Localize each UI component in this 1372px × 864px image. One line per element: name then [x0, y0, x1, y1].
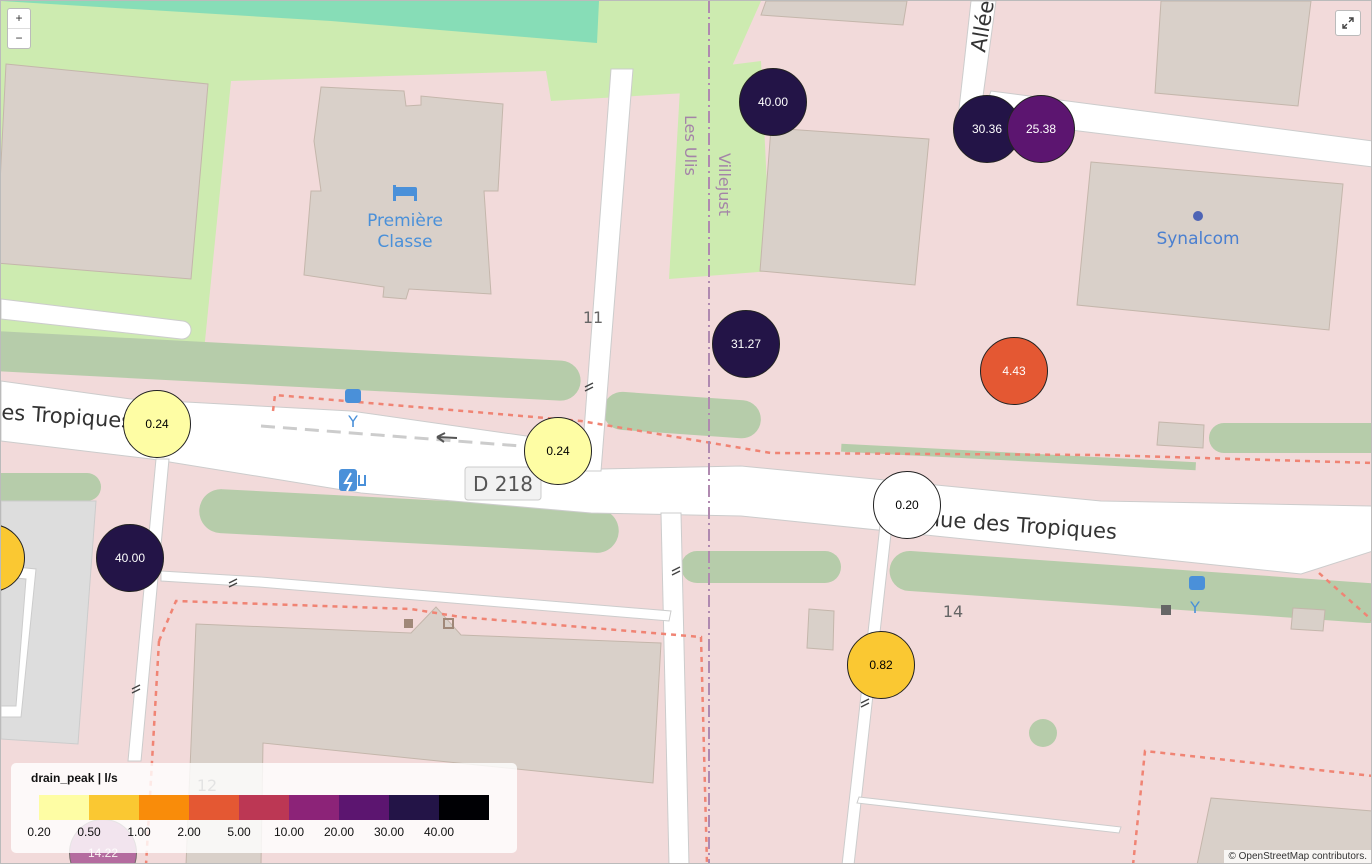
- drain-peak-marker[interactable]: 0.82: [847, 631, 915, 699]
- legend-swatch: [39, 795, 89, 820]
- legend-tick-label: 30.00: [373, 825, 405, 839]
- svg-text:Y: Y: [347, 412, 358, 431]
- house-number-11: 11: [583, 308, 603, 327]
- zoom-in-button[interactable]: +: [8, 9, 30, 28]
- legend-swatch: [239, 795, 289, 820]
- marker-value: 0.20: [895, 498, 919, 512]
- drain-peak-marker[interactable]: 25.38: [1007, 95, 1075, 163]
- drain-peak-marker[interactable]: 0.20: [873, 471, 941, 539]
- legend-tick-label: 2.00: [177, 825, 201, 839]
- legend-tick-label: 0.50: [77, 825, 101, 839]
- legend-tick-label: 1.00: [127, 825, 151, 839]
- marker-value: 40.00: [114, 551, 146, 565]
- drain-peak-marker[interactable]: 31.27: [712, 310, 780, 378]
- house-number-14: 14: [943, 602, 963, 621]
- marker-value: 40.00: [757, 95, 789, 109]
- legend-tick-label: 40.00: [423, 825, 455, 839]
- road-ref-label: D 218: [473, 472, 533, 496]
- zoom-control: + −: [7, 8, 31, 49]
- legend-tick-labels: 0.20 0.50 1.00 2.00 5.00 10.00 20.00 30.00 40.00: [11, 825, 517, 839]
- fullscreen-icon: [1342, 17, 1354, 29]
- marker-value: 4.43: [1002, 364, 1026, 378]
- drain-peak-marker[interactable]: 40.00: [96, 524, 164, 592]
- drain-peak-marker[interactable]: 4.43: [980, 337, 1048, 405]
- marker-value: 0.24: [145, 417, 169, 431]
- legend-title: drain_peak | l/s: [31, 771, 118, 785]
- legend-swatch: [339, 795, 389, 820]
- poi-label-premiere-classe-2: Classe: [377, 232, 432, 252]
- drain-peak-marker[interactable]: 0.24: [123, 390, 191, 458]
- legend-swatch: [89, 795, 139, 820]
- marker-value: 30.36: [971, 122, 1003, 136]
- marker-value: 25.38: [1025, 122, 1057, 136]
- basemap[interactable]: Y Y Première Classe Synalcom Les Ulis Vi…: [1, 1, 1372, 864]
- marker-value: 0.82: [869, 658, 893, 672]
- legend-tick-label: 5.00: [227, 825, 251, 839]
- legend-swatch: [289, 795, 339, 820]
- poi-label-premiere-classe-1: Première: [367, 211, 443, 231]
- legend-tick-label: 20.00: [323, 825, 355, 839]
- color-legend: drain_peak | l/s 0.20 0.50 1.00 2.00 5.00 10.…: [11, 763, 517, 853]
- legend-swatch: [139, 795, 189, 820]
- legend-tick-label: 0.20: [27, 825, 51, 839]
- legend-swatch: [189, 795, 239, 820]
- legend-swatch: [389, 795, 439, 820]
- marker-value: 0.24: [546, 444, 570, 458]
- legend-swatch: [439, 795, 489, 820]
- marker-value: 31.27: [730, 337, 762, 351]
- boundary-label-les-ulis: Les Ulis: [681, 115, 700, 176]
- map-container[interactable]: Y Y Première Classe Synalcom Les Ulis Vi…: [0, 0, 1372, 864]
- drain-peak-marker[interactable]: 0.24: [524, 417, 592, 485]
- svg-text:Y: Y: [1189, 598, 1200, 617]
- drain-peak-marker[interactable]: 40.00: [739, 68, 807, 136]
- legend-color-bar: [39, 795, 489, 820]
- legend-tick-label: 10.00: [273, 825, 305, 839]
- fullscreen-button[interactable]: [1335, 10, 1361, 36]
- boundary-label-villejust: Villejust: [715, 153, 734, 216]
- zoom-out-button[interactable]: −: [8, 28, 30, 48]
- map-attribution[interactable]: © OpenStreetMap contributors.: [1224, 850, 1371, 863]
- poi-label-synalcom: Synalcom: [1156, 229, 1239, 249]
